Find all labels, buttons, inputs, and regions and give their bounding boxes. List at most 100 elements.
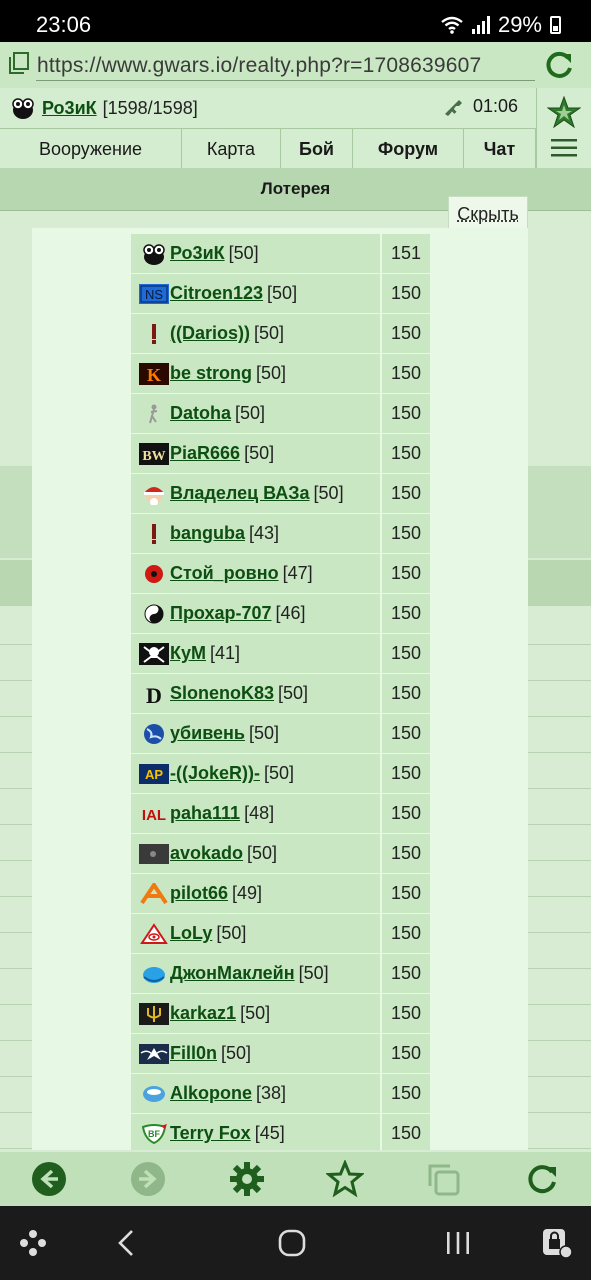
- player-name-link[interactable]: Alkopone: [170, 1083, 252, 1104]
- player-level: [46]: [275, 603, 306, 623]
- player-bluebird-avatar-icon: [139, 963, 169, 985]
- player-name-link[interactable]: Datoha: [170, 403, 231, 424]
- player-name-link[interactable]: КуМ: [170, 643, 206, 664]
- player-name-link[interactable]: Citroen123: [170, 283, 263, 304]
- player-row: BF Terry Fox [45] 150: [131, 1114, 430, 1150]
- forward-icon[interactable]: [129, 1160, 167, 1198]
- user-name-link[interactable]: Ро3иК: [42, 98, 97, 119]
- player-row: D SlonenoK83 [50] 150: [131, 674, 430, 714]
- players-popup: Ро3иК [50] 151 NS Citroen123 [50] 150 ((Darios)…: [32, 228, 528, 1150]
- settings-gear-icon[interactable]: [228, 1160, 266, 1198]
- player-a-avatar-icon: [139, 882, 169, 905]
- back-icon[interactable]: [30, 1160, 68, 1198]
- player-name-link[interactable]: ((Darios)): [170, 323, 250, 344]
- player-name-link[interactable]: banguba: [170, 523, 245, 544]
- player-name-link[interactable]: SlonenoK83: [170, 683, 274, 704]
- player-row: ДжонМаклейн [50] 150: [131, 954, 430, 994]
- game-launcher-icon[interactable]: [16, 1226, 50, 1260]
- player-name-link[interactable]: ДжонМаклейн: [170, 963, 295, 984]
- player-ap-avatar-icon: AP: [139, 763, 169, 785]
- player-name-cell: Стой_ровно [47]: [131, 554, 380, 593]
- hide-button[interactable]: Скрыть: [448, 196, 528, 230]
- reload-icon[interactable]: [541, 48, 577, 84]
- tabs-icon[interactable]: [8, 52, 30, 74]
- player-row: AP -((JokeR))- [50] 150: [131, 754, 430, 794]
- player-level: [50]: [221, 1043, 252, 1063]
- player-ns-avatar-icon: NS: [139, 283, 169, 305]
- star-icon[interactable]: [547, 96, 581, 130]
- player-dark-avatar-icon: [139, 843, 169, 865]
- screen-lock-icon[interactable]: [540, 1226, 574, 1260]
- player-name-link[interactable]: avokado: [170, 843, 243, 864]
- player-name-link[interactable]: be strong: [170, 363, 252, 384]
- player-name-link[interactable]: Владелец ВАЗа: [170, 483, 310, 504]
- nav-map[interactable]: Карта: [182, 129, 281, 169]
- player-bar-avatar-icon: [139, 523, 169, 545]
- player-score: 150: [382, 474, 430, 513]
- player-name-link[interactable]: Ро3иК: [170, 243, 225, 264]
- player-name-link[interactable]: Прохар-707: [170, 603, 272, 624]
- player-row: Ро3иК [50] 151: [131, 234, 430, 274]
- player-row: убивень [50] 150: [131, 714, 430, 754]
- player-row: Прохар-707 [46] 150: [131, 594, 430, 634]
- player-row: ((Darios)) [50] 150: [131, 314, 430, 354]
- nav-battle[interactable]: Бой: [281, 129, 353, 169]
- home-nav-icon[interactable]: [275, 1226, 309, 1260]
- tabs-switch-icon[interactable]: [424, 1160, 462, 1198]
- nav-forum[interactable]: Форум: [353, 129, 464, 169]
- player-score: 150: [382, 794, 430, 833]
- player-level: [50]: [235, 403, 266, 423]
- players-table: Ро3иК [50] 151 NS Citroen123 [50] 150 ((Darios)…: [131, 234, 430, 1150]
- hamburger-menu-icon[interactable]: [551, 138, 577, 158]
- player-name-cell: banguba [43]: [131, 514, 380, 553]
- site-header: Ро3иК [1598/1598] 01:06 Вооружение Карта…: [0, 88, 591, 169]
- menu-box: [536, 88, 591, 168]
- url-text[interactable]: https://www.gwars.io/realty.php?r=170863…: [37, 54, 481, 78]
- recent-apps-icon[interactable]: [441, 1226, 475, 1260]
- refresh-icon[interactable]: [523, 1160, 561, 1198]
- svg-text:BW: BW: [142, 449, 165, 464]
- player-skull-avatar-icon: [139, 642, 169, 665]
- player-name-link[interactable]: LoLy: [170, 923, 212, 944]
- player-name-cell: Kbe strong [50]: [131, 354, 380, 393]
- player-name-link[interactable]: PiaR666: [170, 443, 240, 464]
- player-score: 150: [382, 834, 430, 873]
- nav-weapons[interactable]: Вооружение: [0, 129, 182, 169]
- status-icons: 29%: [440, 12, 561, 38]
- player-level: [50]: [240, 1003, 271, 1023]
- player-level: [43]: [249, 523, 280, 543]
- player-level: [45]: [254, 1123, 285, 1143]
- player-name-cell: IAL paha111 [48]: [131, 794, 380, 833]
- player-level: [50]: [264, 763, 295, 783]
- player-name-cell: LoLy [50]: [131, 914, 380, 953]
- battery-percent: 29%: [497, 12, 542, 37]
- battery-icon: [550, 16, 561, 34]
- player-name-link[interactable]: убивень: [170, 723, 245, 744]
- bookmark-star-icon[interactable]: [326, 1160, 364, 1198]
- player-row: Fill0n [50] 150: [131, 1034, 430, 1074]
- player-score: 150: [382, 634, 430, 673]
- player-name-cell: BW PiaR666 [50]: [131, 434, 380, 473]
- player-score: 150: [382, 914, 430, 953]
- player-level: [50]: [313, 483, 344, 503]
- player-name-cell: BF Terry Fox [45]: [131, 1114, 380, 1150]
- server-clock: 01:06: [473, 96, 519, 116]
- player-row: Datoha [50] 150: [131, 394, 430, 434]
- player-name-link[interactable]: -((JokeR))-: [170, 763, 260, 784]
- back-nav-icon[interactable]: [110, 1226, 144, 1260]
- player-score: 150: [382, 1074, 430, 1113]
- weapon-icon: [445, 100, 462, 116]
- player-row: avokado [50] 150: [131, 834, 430, 874]
- player-name-cell: avokado [50]: [131, 834, 380, 873]
- nav-chat[interactable]: Чат: [464, 129, 536, 169]
- player-name-link[interactable]: paha111: [170, 803, 240, 824]
- user-hp: [1598/1598]: [102, 97, 198, 118]
- player-name-link[interactable]: Fill0n: [170, 1043, 217, 1064]
- player-name-cell: AP -((JokeR))- [50]: [131, 754, 380, 793]
- player-score: 150: [382, 274, 430, 313]
- player-name-link[interactable]: Стой_ровно: [170, 563, 279, 584]
- player-figure-avatar-icon: [139, 403, 169, 425]
- player-name-link[interactable]: karkaz1: [170, 1003, 236, 1024]
- player-name-link[interactable]: pilot66: [170, 883, 228, 904]
- player-name-link[interactable]: Terry Fox: [170, 1123, 251, 1144]
